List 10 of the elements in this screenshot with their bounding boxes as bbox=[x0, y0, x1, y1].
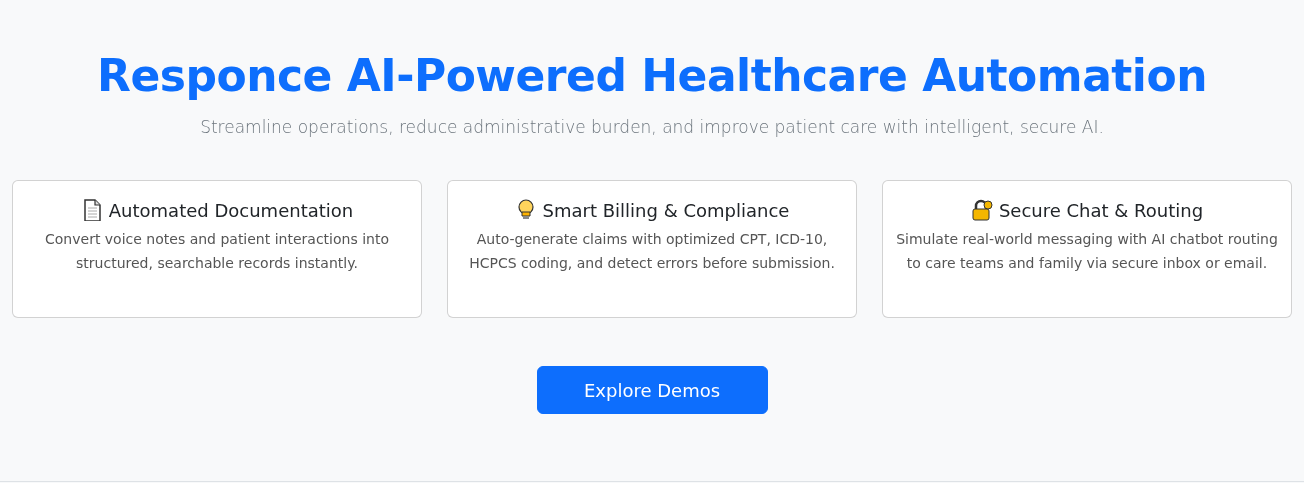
feature-description: Auto-generate claims with optimized CPT, ICD-10, HCPCS coding, and detect errors before submission. bbox=[468, 230, 836, 274]
feature-title: Automated Documentation bbox=[108, 200, 354, 222]
explore-demos-button[interactable]: Explore Demos bbox=[536, 366, 768, 415]
feature-description: Simulate real-world messaging with AI chatbot routing to care teams and family via secure inbox or email. bbox=[895, 230, 1279, 274]
feature-title: Smart Billing & Compliance bbox=[542, 200, 790, 222]
feature-description: Convert voice notes and patient interactions into structured, searchable records instantly. bbox=[44, 230, 390, 274]
padlock-icon bbox=[970, 199, 993, 222]
feature-title: Secure Chat & Routing bbox=[998, 200, 1204, 222]
hero-subtitle: Streamline operations, reduce administrative burden, and improve patient care with intelligent, secure AI. bbox=[200, 115, 1104, 139]
hero-title: Responce AI-Powered Healthcare Automation bbox=[97, 50, 1207, 103]
